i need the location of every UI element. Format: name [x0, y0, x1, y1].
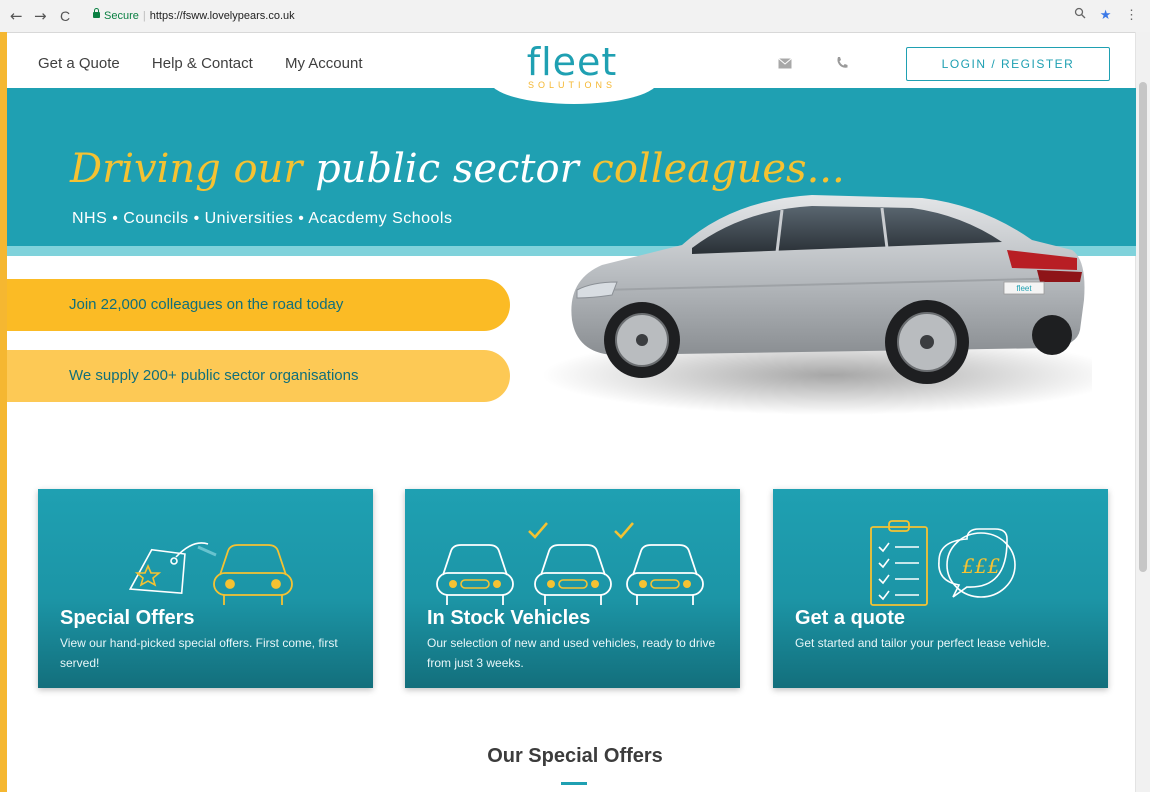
- nav-help-contact[interactable]: Help & Contact: [152, 55, 253, 72]
- card-title: In Stock Vehicles: [427, 607, 591, 629]
- nav-get-a-quote[interactable]: Get a Quote: [38, 55, 120, 72]
- page-border: [0, 32, 7, 792]
- scrollbar-thumb[interactable]: [1139, 82, 1147, 572]
- address-bar[interactable]: Secure | https://fsww.lovelypears.co.uk: [93, 6, 1103, 26]
- car-image: fleet: [542, 195, 1092, 415]
- back-icon[interactable]: ←: [10, 7, 23, 25]
- plate-text: fleet: [1016, 284, 1032, 293]
- card-description: Our selection of new and used vehicles, …: [427, 636, 716, 670]
- url-text: https://fsww.lovelypears.co.uk: [149, 10, 295, 22]
- clipboard-pounds-icon: £££: [870, 520, 1016, 606]
- phone-icon[interactable]: [836, 56, 848, 72]
- hero-sectors: NHS • Councils • Universities • Acacdemy…: [72, 210, 453, 227]
- site-nav: Get a Quote Help & Contact My Account: [38, 55, 391, 72]
- pounds-text: £££: [961, 554, 1000, 578]
- colleagues-banner: Join 22,000 colleagues on the road today: [7, 279, 510, 331]
- login-register-button[interactable]: LOGIN / REGISTER: [906, 47, 1110, 81]
- site-logo[interactable]: fleet SOLUTIONS: [516, 40, 628, 90]
- card-title: Get a quote: [795, 607, 906, 629]
- get-a-quote-card[interactable]: £££ Get a quote Get started and tailor y…: [773, 489, 1108, 688]
- zoom-icon[interactable]: [1074, 7, 1090, 22]
- card-description: View our hand-picked special offers. Fir…: [60, 636, 338, 670]
- secure-label: Secure: [104, 10, 139, 22]
- tag-car-icon: [128, 542, 293, 605]
- section-title: Our Special Offers: [487, 745, 663, 767]
- three-cars-icon: [436, 522, 704, 605]
- browser-toolbar: ← → C Secure | https://fsww.lovelypears.co…: [0, 0, 1150, 33]
- bookmark-star-icon[interactable]: ★: [1100, 7, 1112, 22]
- in-stock-vehicles-card[interactable]: In Stock Vehicles Our selection of new a…: [405, 489, 740, 688]
- special-offers-card[interactable]: Special Offers View our hand-picked spec…: [38, 489, 373, 688]
- lock-icon: [93, 8, 100, 18]
- card-description: Get started and tailor your perfect leas…: [795, 636, 1050, 650]
- menu-icon[interactable]: ⋮: [1125, 7, 1138, 22]
- organisations-banner: We supply 200+ public sector organisatio…: [7, 350, 510, 402]
- card-title: Special Offers: [60, 607, 195, 629]
- forward-icon[interactable]: →: [34, 7, 47, 25]
- scrollbar[interactable]: [1135, 32, 1150, 792]
- title-underline: [561, 782, 587, 785]
- nav-my-account[interactable]: My Account: [285, 55, 363, 72]
- mail-icon[interactable]: [778, 56, 792, 72]
- reload-icon[interactable]: C: [60, 7, 70, 25]
